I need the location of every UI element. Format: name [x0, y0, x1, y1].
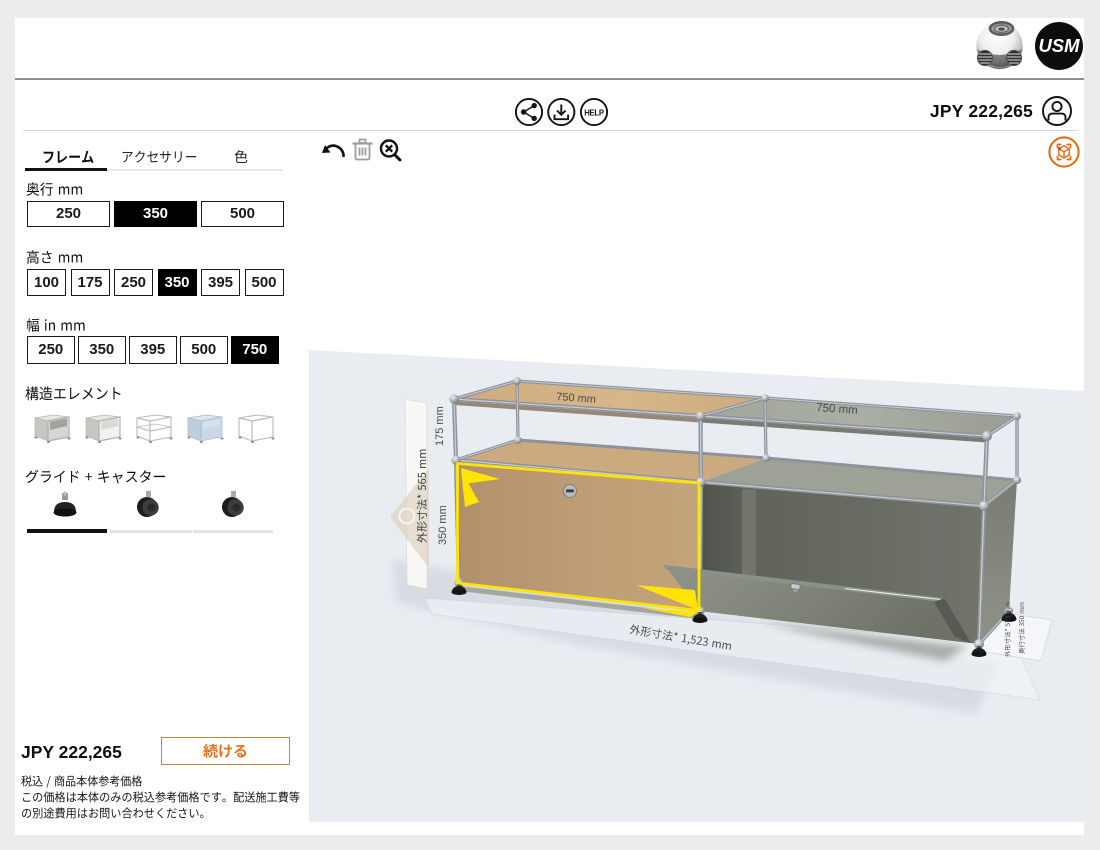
svg-text:USM: USM [1038, 35, 1080, 56]
svg-text:175 mm: 175 mm [434, 406, 446, 446]
svg-text:350 mm: 350 mm [437, 505, 449, 545]
svg-text:HELP: HELP [584, 108, 604, 117]
